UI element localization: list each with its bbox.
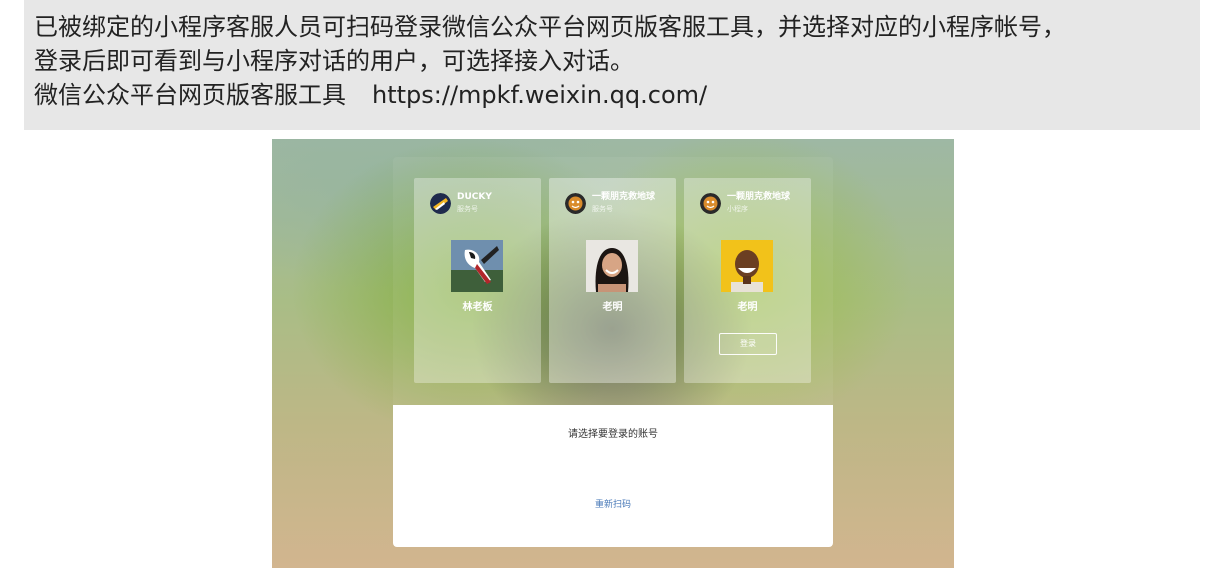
account-select-panel: DUCKY 服务号 林老板 一颗朋克救地球 服务号 老明 一颗朋克救地球 小程序… bbox=[393, 157, 833, 547]
tiger-logo-icon bbox=[700, 193, 721, 214]
account-name: DUCKY bbox=[457, 192, 492, 202]
caption-line-3: 微信公众平台网页版客服工具 https://mpkf.weixin.qq.com/ bbox=[34, 78, 1200, 112]
account-card-ducky[interactable]: DUCKY 服务号 林老板 bbox=[414, 178, 541, 383]
login-button[interactable]: 登录 bbox=[719, 333, 777, 355]
caption-line-2: 登录后即可看到与小程序对话的用户，可选择接入对话。 bbox=[34, 47, 634, 75]
account-header: 一颗朋克救地球 服务号 bbox=[565, 192, 675, 220]
account-name: 一颗朋克救地球 bbox=[727, 192, 791, 202]
account-name: 一颗朋克救地球 bbox=[592, 192, 656, 202]
account-type: 小程序 bbox=[727, 205, 748, 213]
caption-line-1: 已被绑定的小程序客服人员可扫码登录微信公众平台网页版客服工具，并选择对应的小程序… bbox=[34, 13, 1066, 41]
panel-footer: 请选择要登录的账号 重新扫码 bbox=[393, 405, 833, 547]
rescan-link[interactable]: 重新扫码 bbox=[393, 500, 833, 511]
tool-url: https://mpkf.weixin.qq.com/ bbox=[372, 81, 708, 109]
select-account-hint: 请选择要登录的账号 bbox=[568, 429, 658, 440]
user-name: 老明 bbox=[737, 302, 758, 313]
user-photo-bird bbox=[451, 240, 503, 292]
user-name: 林老板 bbox=[462, 302, 493, 313]
user-photo-man bbox=[721, 240, 773, 292]
user-photo-woman bbox=[586, 240, 638, 292]
tiger-logo-icon bbox=[565, 193, 586, 214]
account-card-punk-miniprogram[interactable]: 一颗朋克救地球 小程序 老明 登录 bbox=[684, 178, 811, 383]
caption-box: 已被绑定的小程序客服人员可扫码登录微信公众平台网页版客服工具，并选择对应的小程序… bbox=[24, 0, 1200, 130]
login-screenshot: DUCKY 服务号 林老板 一颗朋克救地球 服务号 老明 一颗朋克救地球 小程序… bbox=[272, 139, 954, 568]
tool-name: 微信公众平台网页版客服工具 bbox=[34, 81, 346, 109]
account-type: 服务号 bbox=[592, 205, 613, 213]
account-type: 服务号 bbox=[457, 205, 478, 213]
user-name: 老明 bbox=[602, 302, 623, 313]
account-cards-area: DUCKY 服务号 林老板 一颗朋克救地球 服务号 老明 一颗朋克救地球 小程序… bbox=[393, 157, 833, 405]
ducky-logo-icon bbox=[430, 193, 451, 214]
account-header: DUCKY 服务号 bbox=[430, 192, 540, 220]
account-card-punk-service[interactable]: 一颗朋克救地球 服务号 老明 bbox=[549, 178, 676, 383]
account-header: 一颗朋克救地球 小程序 bbox=[700, 192, 810, 220]
